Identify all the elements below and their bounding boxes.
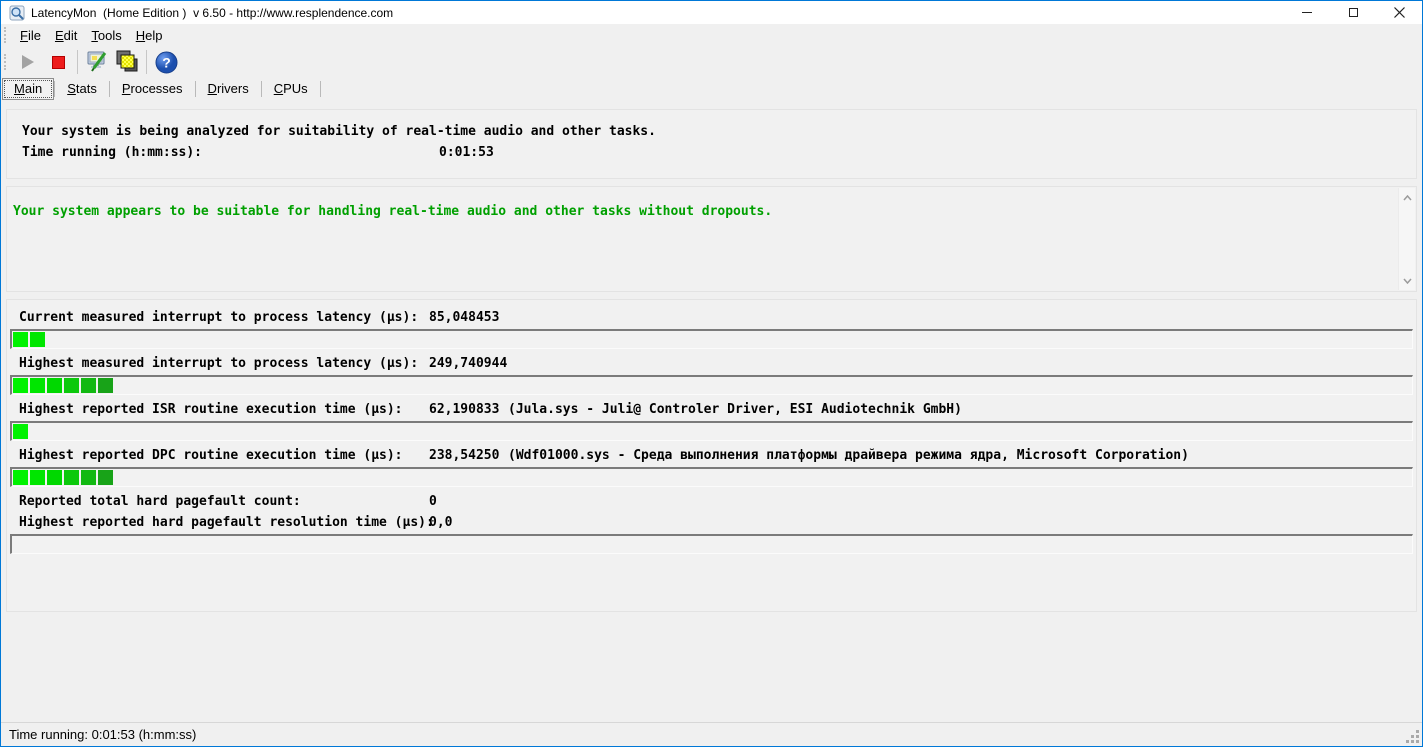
status-text: Time running: 0:01:53 (h:mm:ss)	[9, 727, 196, 742]
layered-squares-icon	[114, 49, 140, 75]
measurement-value: 0,0	[429, 513, 508, 534]
help-button[interactable]: ?	[151, 48, 181, 76]
status-bar: Time running: 0:01:53 (h:mm:ss)	[1, 722, 1422, 746]
tab-bar: Main Stats Processes Drivers CPUs	[1, 78, 1422, 100]
stop-monitor-button[interactable]	[43, 48, 73, 76]
help-question-icon: ?	[155, 51, 178, 74]
measurement-label: Highest reported DPC routine execution t…	[19, 446, 429, 467]
play-icon	[22, 55, 34, 69]
window-title: LatencyMon (Home Edition ) v 6.50 - http…	[31, 6, 393, 20]
bar-segment	[81, 378, 96, 393]
maximize-icon	[1349, 8, 1358, 17]
toolbar-gripper[interactable]	[4, 54, 8, 70]
measurement-value: 62,190833	[429, 400, 508, 421]
latencymon-window: { "window": { "title": "LatencyMon (Home…	[0, 0, 1423, 747]
measurement-label: Highest reported hard pagefault resoluti…	[19, 513, 429, 534]
bar-segment	[64, 378, 79, 393]
start-monitor-button[interactable]	[13, 48, 43, 76]
driver-info: (Wdf01000.sys - Среда выполнения платфор…	[508, 446, 1416, 467]
measurement-value: 249,740944	[429, 354, 508, 375]
scroll-up-button[interactable]	[1399, 189, 1416, 206]
title-bar[interactable]: LatencyMon (Home Edition ) v 6.50 - http…	[1, 1, 1422, 24]
time-running-label: Time running (h:mm:ss):	[22, 142, 439, 163]
bar-segment	[47, 378, 62, 393]
bar-segment	[13, 424, 28, 439]
toolbar-separator	[146, 50, 147, 74]
chevron-down-icon	[1403, 278, 1412, 284]
measurement-row: Highest reported ISR routine execution t…	[7, 400, 1416, 421]
resize-grip[interactable]	[1406, 730, 1419, 743]
menu-tools[interactable]: Tools	[84, 26, 128, 45]
stop-icon	[52, 56, 65, 69]
bar-segment	[98, 378, 113, 393]
tab-main[interactable]: Main	[2, 78, 54, 100]
menu-edit[interactable]: Edit	[48, 26, 84, 45]
bar-segment	[13, 378, 28, 393]
menu-help[interactable]: Help	[129, 26, 170, 45]
menu-bar: File Edit Tools Help	[1, 24, 1422, 46]
measurements-panel: Current measured interrupt to process la…	[6, 299, 1417, 612]
minimize-button[interactable]	[1284, 1, 1330, 24]
bar-segment	[30, 378, 45, 393]
measurement-label: Highest measured interrupt to process la…	[19, 354, 429, 375]
tab-separator	[320, 81, 321, 97]
bar-segment	[47, 470, 62, 485]
toolbar: ?	[1, 46, 1422, 78]
verdict-message: Your system appears to be suitable for h…	[13, 204, 1392, 219]
measurement-label: Current measured interrupt to process la…	[19, 308, 429, 329]
time-running-value: 0:01:53	[439, 142, 494, 163]
measurement-value: 85,048453	[429, 308, 508, 329]
app-icon	[9, 5, 25, 21]
driver-info: (Jula.sys - Juli@ Controler Driver, ESI …	[508, 400, 1416, 421]
pagefault-time-bar	[10, 534, 1413, 554]
dpc-time-bar	[10, 467, 1413, 487]
verdict-panel: Your system appears to be suitable for h…	[6, 186, 1417, 292]
bar-segment	[13, 332, 28, 347]
analysis-heading: Your system is being analyzed for suitab…	[22, 121, 1416, 142]
measurement-row: Highest reported DPC routine execution t…	[7, 446, 1416, 467]
measurement-label: Reported total hard pagefault count:	[19, 492, 429, 513]
chevron-up-icon	[1403, 195, 1412, 201]
bar-segment	[30, 332, 45, 347]
close-icon	[1394, 7, 1405, 18]
tab-stats[interactable]: Stats	[55, 78, 109, 100]
isr-time-bar	[10, 421, 1413, 441]
bar-segment	[13, 470, 28, 485]
analysis-panel: Your system is being analyzed for suitab…	[6, 109, 1417, 179]
monitor-pen-icon	[84, 49, 110, 75]
measurement-value: 0	[429, 492, 508, 513]
toolbar-separator	[77, 50, 78, 74]
measurement-row: Highest reported hard pagefault resoluti…	[7, 513, 1416, 534]
measurement-row: Reported total hard pagefault count: 0	[7, 492, 1416, 513]
tab-drivers[interactable]: Drivers	[196, 78, 261, 100]
menu-file[interactable]: File	[13, 26, 48, 45]
tab-processes[interactable]: Processes	[110, 78, 195, 100]
highest-latency-bar	[10, 375, 1413, 395]
options-button[interactable]	[82, 48, 112, 76]
svg-text:?: ?	[162, 54, 171, 70]
minimize-icon	[1302, 12, 1312, 13]
bar-segment	[98, 470, 113, 485]
bar-segment	[30, 470, 45, 485]
bar-segment	[81, 470, 96, 485]
current-latency-bar	[10, 329, 1413, 349]
menu-gripper[interactable]	[4, 27, 8, 43]
verdict-scrollbar[interactable]	[1398, 188, 1415, 290]
tab-cpus[interactable]: CPUs	[262, 78, 320, 100]
measurement-label: Highest reported ISR routine execution t…	[19, 400, 429, 421]
measurement-value: 238,54250	[429, 446, 508, 467]
scroll-down-button[interactable]	[1399, 272, 1416, 289]
measurement-row: Highest measured interrupt to process la…	[7, 354, 1416, 375]
maximize-button[interactable]	[1330, 1, 1376, 24]
bar-segment	[64, 470, 79, 485]
close-button[interactable]	[1376, 1, 1422, 24]
windows-button[interactable]	[112, 48, 142, 76]
measurement-row: Current measured interrupt to process la…	[7, 308, 1416, 329]
